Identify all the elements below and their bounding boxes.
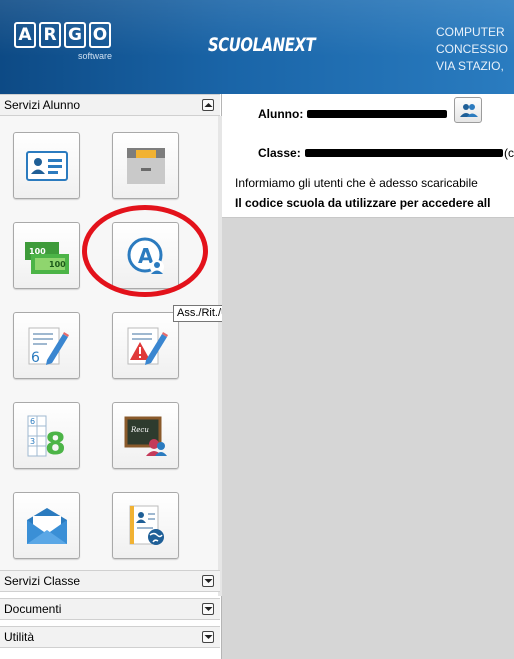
tile-grade-summary[interactable]: 6 3 8: [13, 402, 80, 469]
tile-messages[interactable]: [13, 492, 80, 559]
section-servizi-alunno[interactable]: Servizi Alunno: [0, 94, 220, 116]
school-line: COMPUTER: [436, 25, 505, 39]
grade-number: 3: [30, 437, 35, 446]
logo-letter: A: [14, 22, 36, 48]
tile-payments[interactable]: 100 100: [13, 222, 80, 289]
notice-line: Informiamo gli utenti che è adesso scari…: [235, 176, 478, 190]
section-servizi-classe[interactable]: Servizi Classe: [0, 570, 220, 592]
section-label: Documenti: [4, 602, 62, 616]
tile-disciplinary-notes[interactable]: [112, 312, 179, 379]
change-student-button[interactable]: [454, 97, 482, 123]
section-label: Utilità: [4, 630, 35, 644]
notice-line-bold: Il codice scuola da utilizzare per acced…: [235, 196, 491, 210]
section-label: Servizi Alunno: [4, 98, 81, 112]
messages-envelope-icon: [27, 508, 67, 544]
argo-logo: A R G O software: [14, 22, 124, 66]
student-document-globe-icon: [129, 505, 164, 545]
notes-warning-icon: [127, 327, 168, 365]
expand-icon[interactable]: [202, 603, 214, 615]
grades-pencil-icon: 6: [28, 327, 69, 366]
note-value: 100: [49, 260, 66, 269]
service-tiles: 100 100 A 6 6 3 8 Recu: [0, 116, 222, 596]
section-documenti[interactable]: Documenti: [0, 598, 220, 620]
highlight-circle: [82, 205, 208, 297]
redacted-class: [305, 149, 503, 157]
student-card-icon: [26, 151, 68, 181]
banknotes-icon: 100 100: [25, 242, 69, 274]
recovery-blackboard-icon: Recu: [124, 416, 167, 456]
logo-letter: O: [89, 22, 111, 48]
classe-label: Classe:: [258, 146, 301, 160]
archive-drawer-icon: [127, 148, 165, 184]
app-name: SCUOLANEXT: [208, 34, 316, 56]
collapse-icon[interactable]: [202, 99, 214, 111]
expand-icon[interactable]: [202, 575, 214, 587]
tile-archive[interactable]: [112, 132, 179, 199]
logo-letter: G: [64, 22, 86, 48]
classe-suffix: (c: [504, 146, 514, 160]
tile-student-data[interactable]: [112, 492, 179, 559]
tile-recovery[interactable]: Recu: [112, 402, 179, 469]
main-panel: Alunno: Classe: (c Informiamo gli utenti…: [222, 94, 514, 659]
school-line: VIA STAZIO,: [436, 59, 504, 73]
grade-summary-icon: 6 3 8: [27, 415, 66, 458]
school-line: CONCESSIO: [436, 42, 509, 56]
grade-number: 6: [30, 417, 35, 426]
section-label: Servizi Classe: [4, 574, 81, 588]
school-info: COMPUTER CONCESSIO VIA STAZIO,: [436, 24, 508, 75]
logo-subtitle: software: [77, 51, 112, 61]
student-info-box: Alunno: Classe: (c Informiamo gli utenti…: [222, 94, 514, 218]
tile-grades[interactable]: 6: [13, 312, 80, 379]
expand-icon[interactable]: [202, 631, 214, 643]
app-header: A R G O software SCUOLANEXT COMPUTER CON…: [0, 0, 514, 94]
redacted-name: [307, 110, 447, 118]
logo-letter: R: [39, 22, 61, 48]
grade-number: 6: [31, 350, 40, 366]
sidebar: Servizi Alunno 100 100 A 6 6 3 8 Recu Se…: [0, 94, 222, 659]
note-value: 100: [29, 247, 46, 256]
section-utilita[interactable]: Utilità: [0, 626, 220, 648]
blackboard-text: Recu: [130, 426, 149, 434]
final-grade: 8: [45, 427, 66, 458]
tile-student-card[interactable]: [13, 132, 80, 199]
alunno-label: Alunno:: [258, 107, 304, 121]
users-icon: [460, 104, 478, 117]
